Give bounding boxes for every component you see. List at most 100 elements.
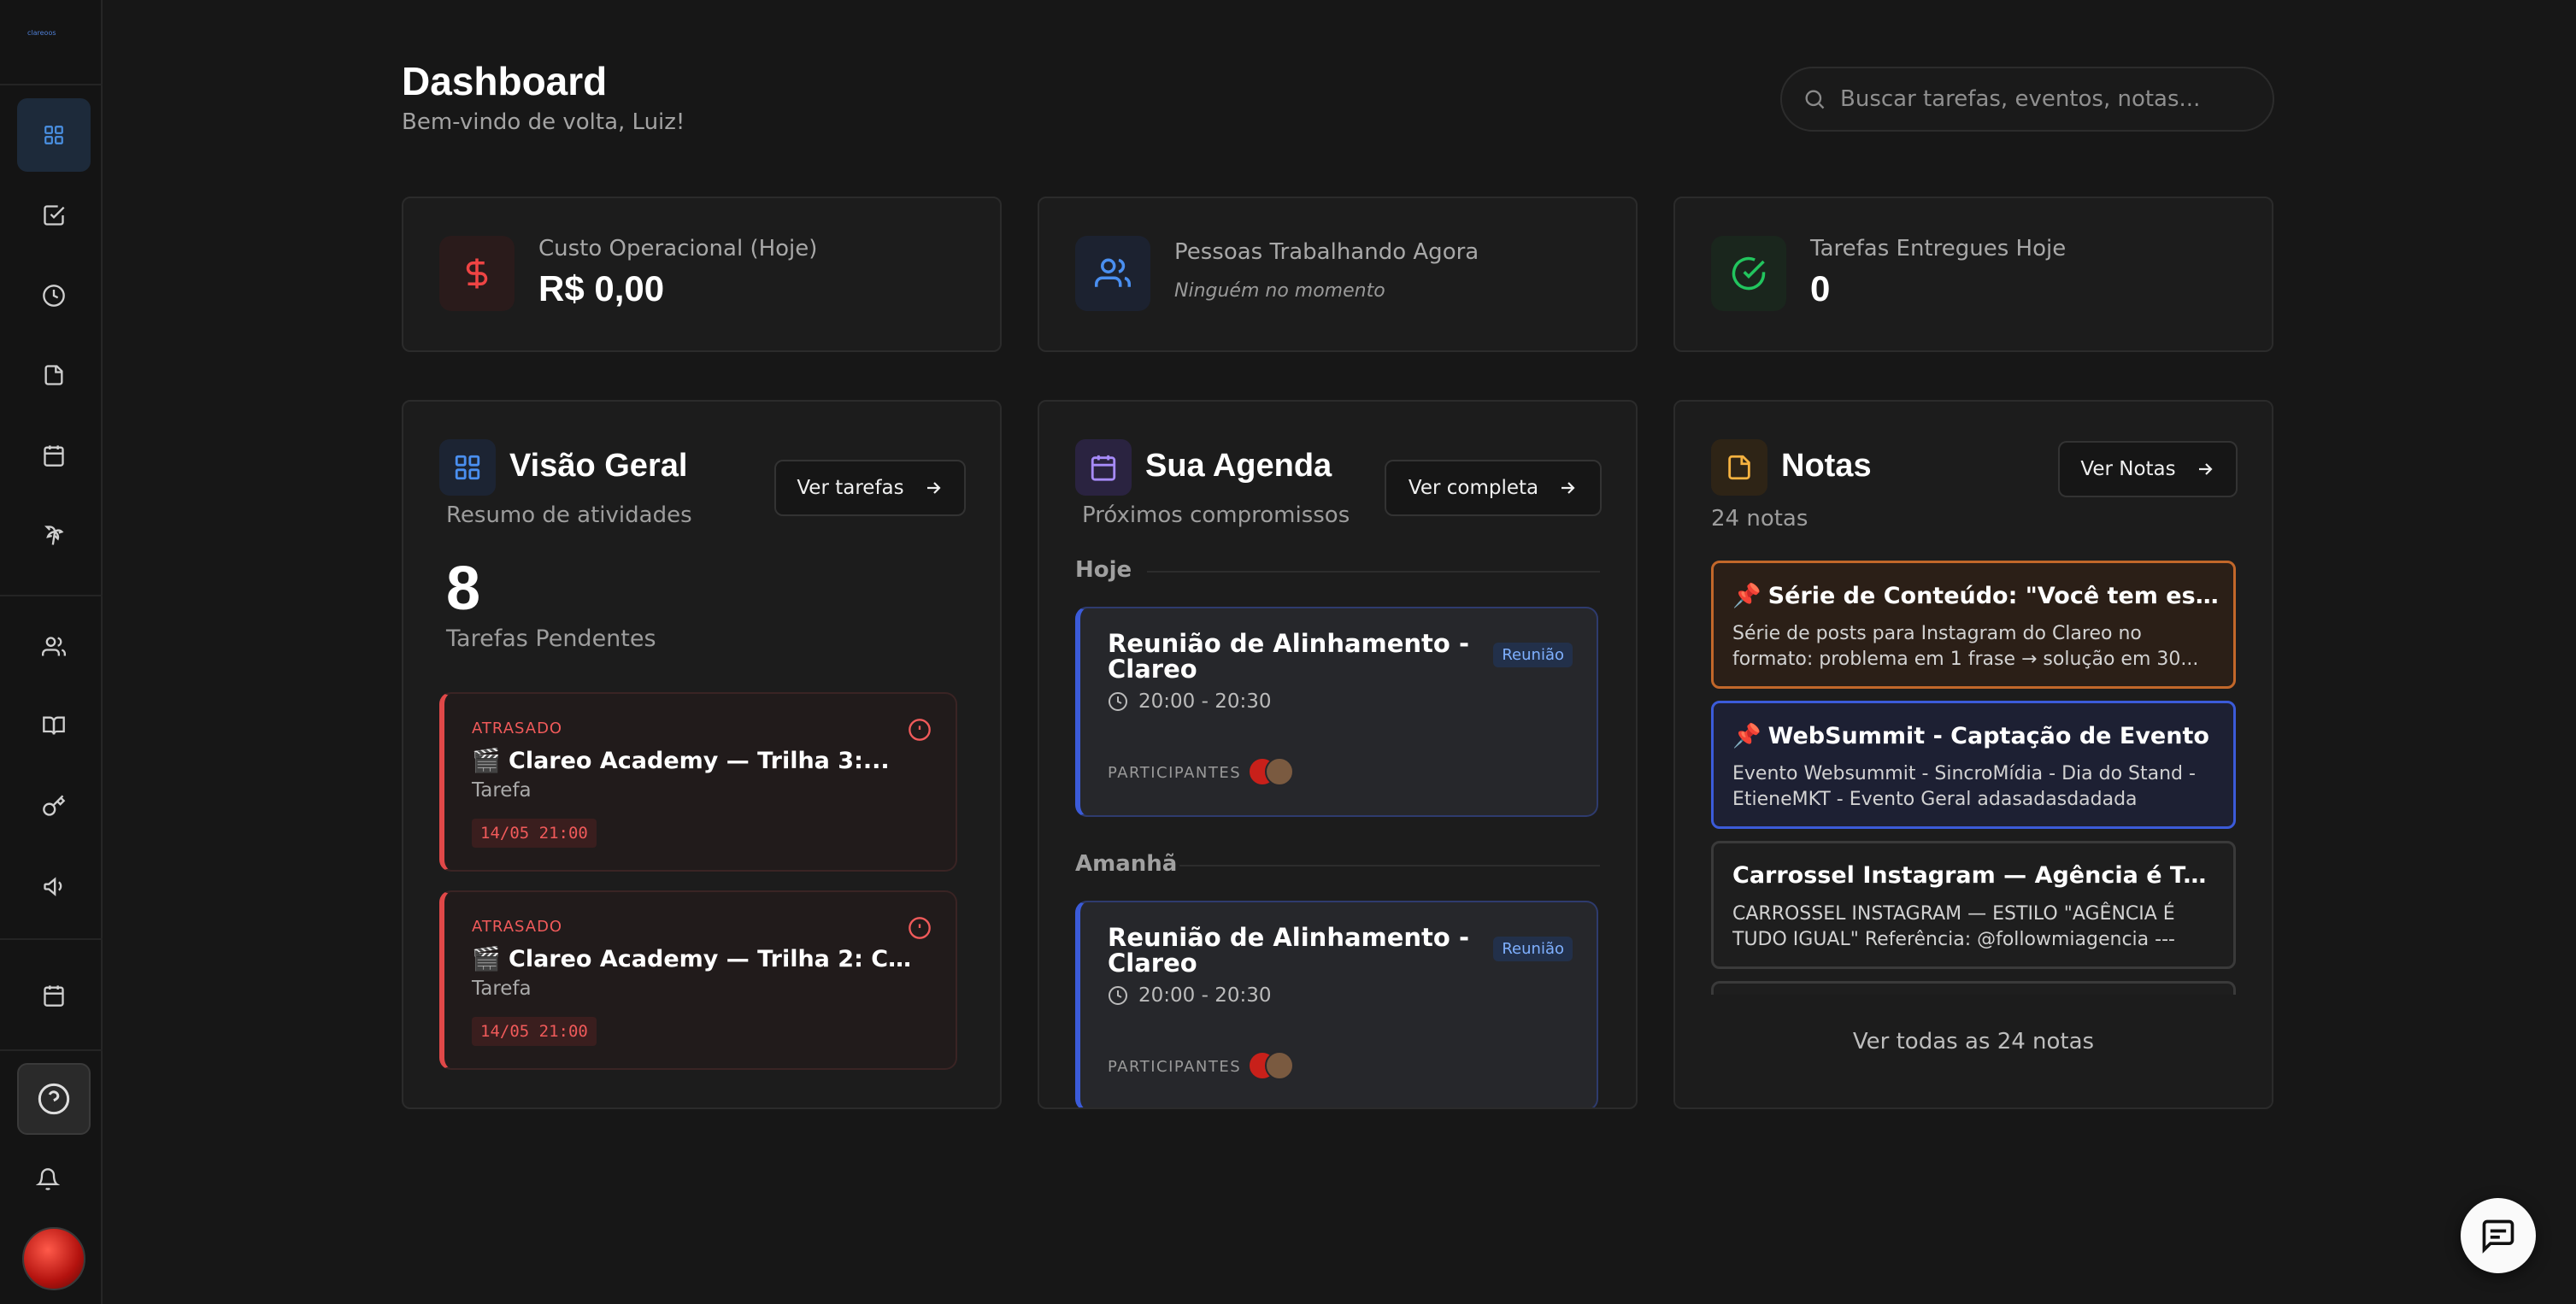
task-card[interactable]: ATRASADO 🎬 Clareo Academy — Trilha 3:...…	[439, 692, 957, 872]
sidebar: clareoos	[0, 0, 103, 1304]
help-button[interactable]	[17, 1063, 91, 1135]
ver-tarefas-button[interactable]: Ver tarefas	[774, 460, 966, 516]
view-all-notes-link[interactable]: Ver todas as 24 notas	[1675, 1029, 2272, 1054]
sidebar-divider	[0, 84, 103, 85]
note-body: Série de posts para Instagram do Clareo …	[1732, 623, 2199, 670]
clock-icon	[1108, 691, 1128, 712]
stat-value: R$ 0,00	[538, 268, 665, 308]
bell-icon	[36, 1167, 60, 1191]
alert-circle-icon	[908, 718, 932, 742]
alert-circle-icon	[908, 916, 932, 940]
note-title: 📌Série de Conteúdo: "Você tem esse pro..…	[1732, 582, 2220, 609]
page-title: Dashboard	[402, 59, 608, 103]
task-card[interactable]: ATRASADO 🎬 Clareo Academy — Trilha 2: Co…	[439, 890, 957, 1070]
app-root: clareoos Dashboard Bem-vindo de volta, L…	[0, 0, 2576, 1304]
calendar-icon	[42, 984, 66, 1007]
button-label: Ver completa	[1408, 477, 1539, 499]
stat-value: Ninguém no momento	[1174, 280, 1385, 302]
button-label: Ver Notas	[2080, 458, 2176, 480]
dollar-icon	[439, 236, 515, 311]
sidebar-item-academy[interactable]	[17, 689, 91, 762]
pin-icon: 📌	[1732, 723, 1761, 749]
day-label: Amanhã	[1075, 851, 1178, 877]
sidebar-item-horas[interactable]	[17, 259, 91, 332]
arrow-right-icon	[1557, 478, 1578, 498]
pin-icon: 📌	[1732, 583, 1761, 609]
notes-count: 24 notas	[1711, 506, 1808, 532]
panel-title: Sua Agenda	[1145, 448, 1332, 484]
sidebar-item-notas[interactable]	[17, 338, 91, 412]
users-icon	[1075, 236, 1150, 311]
palm-icon	[42, 524, 66, 548]
sidebar-item-dashboard[interactable]	[17, 98, 91, 172]
app-logo[interactable]: clareoos	[27, 29, 79, 41]
participants-label: PARTICIPANTES	[1108, 764, 1242, 782]
divider	[1179, 865, 1600, 866]
sidebar-item-pessoas[interactable]	[17, 610, 91, 684]
note-card[interactable]: Carrossel Instagram — Agência é Tudo Ig.…	[1711, 841, 2236, 969]
event-time-text: 20:00 - 20:30	[1138, 984, 1272, 1007]
sidebar-item-tarefas[interactable]	[17, 179, 91, 252]
sidebar-item-agenda[interactable]	[17, 419, 91, 492]
event-card[interactable]: Reunião de Alinhamento - Clareo Reunião …	[1075, 901, 1598, 1107]
stat-label: Pessoas Trabalhando Agora	[1174, 239, 1479, 265]
book-open-icon	[42, 714, 66, 737]
task-date: 14/05 21:00	[472, 819, 597, 848]
button-label: Ver tarefas	[797, 477, 904, 499]
clock-icon	[42, 284, 66, 308]
event-time: 20:00 - 20:30	[1108, 984, 1272, 1007]
clock-icon	[1108, 985, 1128, 1006]
divider	[1147, 571, 1600, 573]
stat-card-pessoas: Pessoas Trabalhando Agora Ninguém no mom…	[1038, 197, 1638, 352]
avatar	[1265, 1051, 1294, 1080]
note-card[interactable]: 📌Série de Conteúdo: "Você tem esse pro..…	[1711, 561, 2236, 689]
note-title-text: WebSummit - Captação de Evento	[1767, 723, 2209, 749]
note-title-text: Série de Conteúdo: "Você tem esse pro...	[1767, 583, 2220, 609]
users-icon	[42, 635, 66, 659]
welcome-text: Bem-vindo de volta, Luiz!	[402, 109, 685, 135]
event-type-badge: Reunião	[1493, 937, 1573, 961]
file-icon	[1711, 439, 1767, 496]
check-circle-icon	[1711, 236, 1786, 311]
megaphone-icon	[42, 874, 66, 898]
event-time: 20:00 - 20:30	[1108, 690, 1272, 713]
sidebar-item-acessos[interactable]	[17, 769, 91, 843]
note-title: Carrossel Instagram — Agência é Tudo Ig.…	[1732, 862, 2220, 889]
status-badge: ATRASADO	[472, 918, 563, 936]
sidebar-divider	[0, 938, 103, 940]
panel-subtitle: Resumo de atividades	[446, 502, 692, 528]
task-title: 🎬 Clareo Academy — Trilha 2: Como...	[472, 946, 916, 972]
chat-button[interactable]	[2461, 1198, 2536, 1273]
calendar-icon	[1075, 439, 1132, 496]
note-title: 📌 WebSummit - Captação de Evento	[1732, 722, 2220, 749]
stat-card-entregues: Tarefas Entregues Hoje 0	[1673, 197, 2273, 352]
event-title: Reunião de Alinhamento - Clareo	[1108, 629, 1469, 684]
stat-label: Tarefas Entregues Hoje	[1810, 236, 2067, 261]
check-square-icon	[42, 203, 66, 227]
event-time-text: 20:00 - 20:30	[1138, 690, 1272, 713]
notifications-button[interactable]	[31, 1162, 65, 1196]
search-input[interactable]	[1840, 86, 2250, 112]
notes-panel: Notas 24 notas Ver Notas 📌 Série de Conte…	[1673, 400, 2273, 1109]
pending-label: Tarefas Pendentes	[446, 626, 656, 652]
note-card[interactable]: 📌 WebSummit - Captação de Evento Evento W…	[1711, 701, 2236, 829]
sidebar-divider	[0, 1049, 103, 1051]
panel-title: Visão Geral	[509, 448, 688, 484]
task-title: 🎬 Clareo Academy — Trilha 3:...	[472, 748, 890, 774]
agenda-panel: Sua Agenda Próximos compromissos Ver com…	[1038, 400, 1638, 1109]
sidebar-item-calendario[interactable]	[17, 959, 91, 1032]
stat-card-custo: Custo Operacional (Hoje) R$ 0,00	[402, 197, 1002, 352]
event-card[interactable]: Reunião de Alinhamento - Clareo Reunião …	[1075, 607, 1598, 817]
pending-count: 8	[446, 555, 481, 623]
note-card-partial[interactable]	[1711, 981, 2236, 995]
help-circle-icon	[37, 1082, 71, 1116]
user-avatar[interactable]	[22, 1227, 85, 1290]
sidebar-item-ferias[interactable]	[17, 499, 91, 573]
ver-completa-button[interactable]: Ver completa	[1385, 460, 1602, 516]
sidebar-item-comunicados[interactable]	[17, 849, 91, 923]
sidebar-divider	[0, 595, 103, 596]
panel-subtitle: Próximos compromissos	[1082, 502, 1350, 528]
search-bar[interactable]	[1780, 67, 2274, 132]
ver-notas-button[interactable]: Ver Notas	[2058, 441, 2238, 497]
event-title: Reunião de Alinhamento - Clareo	[1108, 923, 1469, 978]
